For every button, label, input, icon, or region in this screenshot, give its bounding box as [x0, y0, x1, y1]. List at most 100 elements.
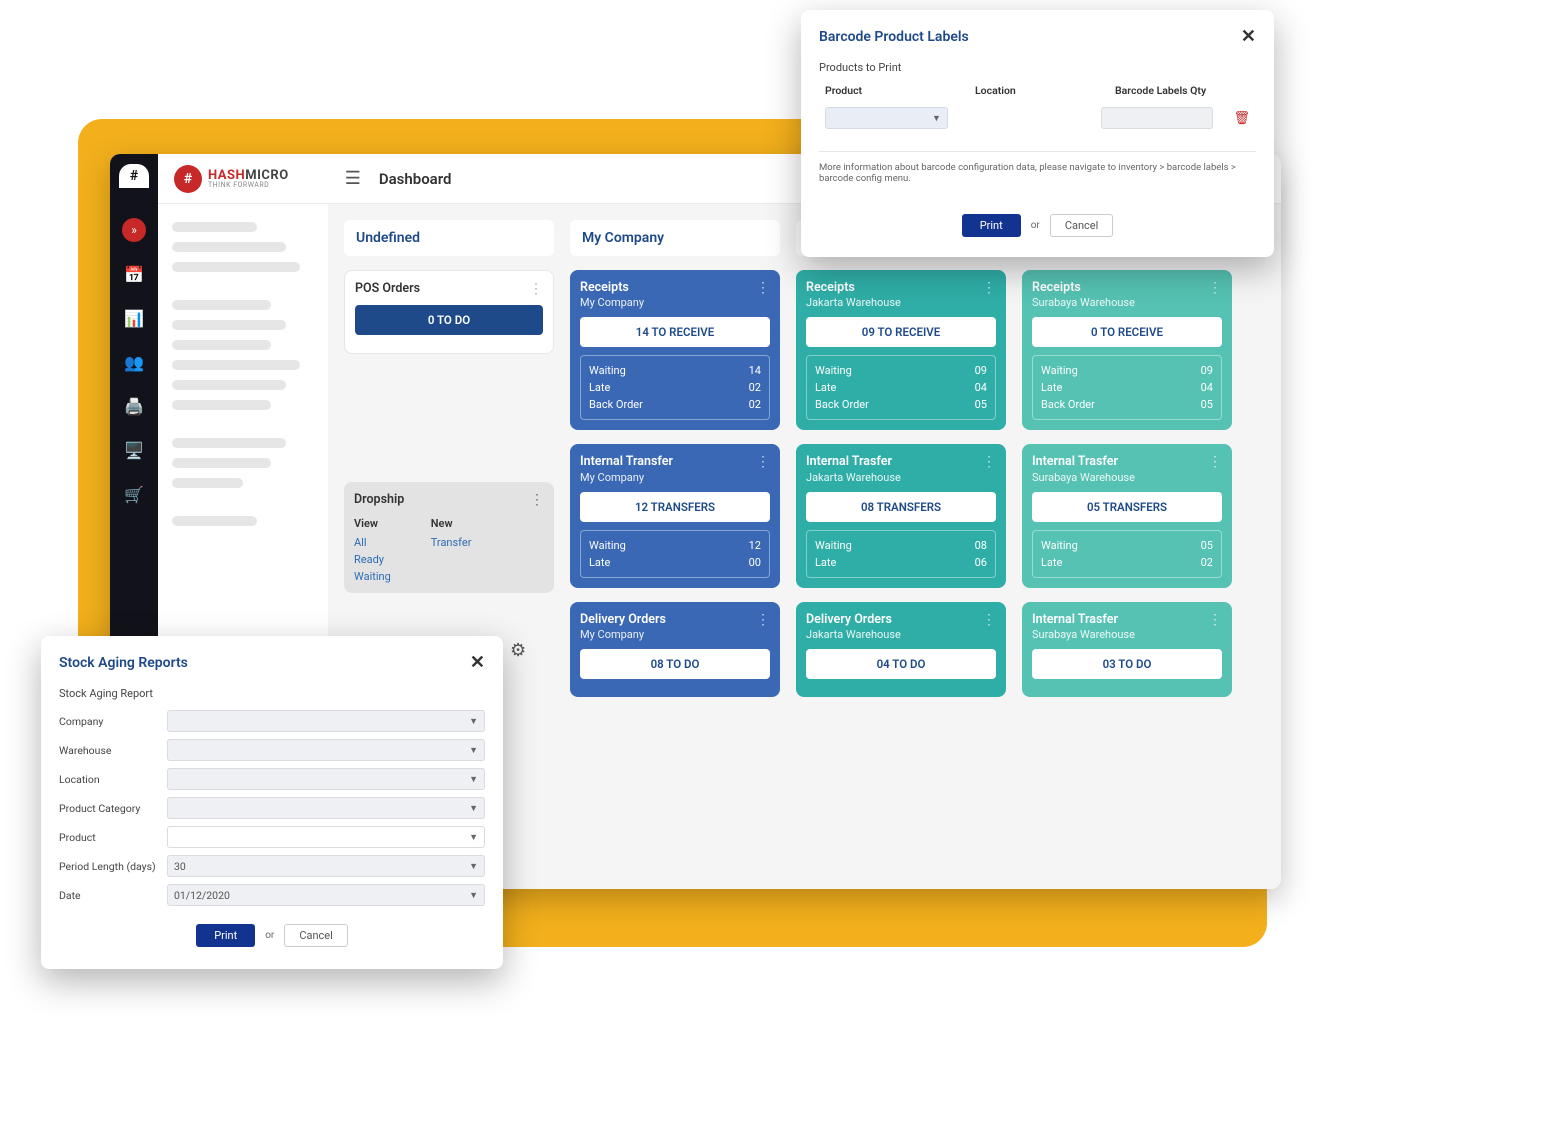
- card-subtitle: Surabaya Warehouse: [1032, 628, 1135, 641]
- card-pos-orders: POS Orders ⋮ 0 TO DO: [344, 270, 554, 354]
- card-dropship: Dropship⋮ View All Ready Waiting New Tra…: [344, 482, 554, 592]
- stats: Waiting14 Late02 Back Order02: [580, 355, 770, 420]
- card-subtitle: My Company: [580, 296, 644, 309]
- page-title: Dashboard: [379, 170, 452, 188]
- stats: Waiting12 Late00: [580, 530, 770, 578]
- transfers-button[interactable]: 08 TRANSFERS: [806, 492, 996, 522]
- link-transfer[interactable]: Transfer: [431, 536, 472, 549]
- select-product-category[interactable]: ▼: [167, 797, 485, 819]
- todo-button[interactable]: 04 TO DO: [806, 649, 996, 679]
- card-menu-icon[interactable]: ⋮: [1208, 612, 1222, 628]
- label-product: Product: [59, 831, 157, 844]
- card-menu-icon[interactable]: ⋮: [982, 280, 996, 296]
- trash-icon[interactable]: 🗑: [1233, 111, 1250, 126]
- card-menu-icon[interactable]: ⋮: [530, 492, 544, 508]
- label-period: Period Length (days): [59, 860, 157, 873]
- select-warehouse[interactable]: ▼: [167, 739, 485, 761]
- select-date[interactable]: 01/12/2020▼: [167, 884, 485, 906]
- users-icon[interactable]: 👥: [122, 350, 146, 374]
- column-header: Undefined: [344, 220, 554, 256]
- gear-icon[interactable]: ⚙: [510, 640, 526, 661]
- transfers-button[interactable]: 12 TRANSFERS: [580, 492, 770, 522]
- card-delivery-jk: Delivery OrdersJakarta Warehouse⋮ 04 TO …: [796, 602, 1006, 697]
- info-text: More information about barcode configura…: [819, 162, 1256, 184]
- todo-button[interactable]: 08 TO DO: [580, 649, 770, 679]
- qty-input[interactable]: [1101, 107, 1214, 129]
- printer-icon[interactable]: 🖨️: [122, 394, 146, 418]
- link-all[interactable]: All: [354, 536, 391, 549]
- link-ready[interactable]: Ready: [354, 553, 391, 566]
- card-menu-icon[interactable]: ⋮: [756, 280, 770, 296]
- receive-button[interactable]: 14 TO RECEIVE: [580, 317, 770, 347]
- monitor-icon[interactable]: 🖥️: [122, 438, 146, 462]
- print-button[interactable]: Print: [962, 214, 1021, 237]
- card-title: Internal Transfer: [580, 454, 673, 470]
- column-jakarta: Jakarta ReceiptsJakarta Warehouse⋮ 09 TO…: [796, 220, 1006, 873]
- select-location[interactable]: ▼: [167, 768, 485, 790]
- barcode-row: ▼ 🗑: [819, 103, 1256, 133]
- card-title: Receipts: [806, 280, 901, 296]
- card-title: Receipts: [1032, 280, 1135, 296]
- stock-aging-modal: Stock Aging Reports✕ Stock Aging Report …: [41, 636, 503, 969]
- card-title: Internal Trasfer: [1032, 612, 1135, 628]
- modal-title: Stock Aging Reports: [59, 655, 188, 671]
- stats: Waiting08 Late06: [806, 530, 996, 578]
- card-receipts-mc: ReceiptsMy Company⋮ 14 TO RECEIVE Waitin…: [570, 270, 780, 430]
- select-company[interactable]: ▼: [167, 710, 485, 732]
- card-internal-sb: Internal TrasferSurabaya Warehouse⋮ 05 T…: [1022, 444, 1232, 587]
- card-delivery-sb: Internal TrasferSurabaya Warehouse ⋮ 03 T…: [1022, 602, 1232, 697]
- product-select[interactable]: ▼: [825, 107, 948, 129]
- card-menu-icon[interactable]: ⋮: [1208, 280, 1222, 296]
- modal-subtitle: Stock Aging Report: [59, 687, 485, 700]
- card-menu-icon[interactable]: ⋮: [756, 612, 770, 628]
- print-button[interactable]: Print: [196, 924, 255, 947]
- transfers-button[interactable]: 05 TRANSFERS: [1032, 492, 1222, 522]
- brand: # HASHMICRO THINK FORWARD: [174, 165, 289, 193]
- label-company: Company: [59, 715, 157, 728]
- card-subtitle: Surabaya Warehouse: [1032, 296, 1135, 309]
- card-subtitle: My Company: [580, 628, 666, 641]
- card-title: POS Orders: [355, 281, 420, 297]
- th-qty: Barcode Labels Qty: [1115, 84, 1235, 97]
- divider: [819, 151, 1256, 152]
- close-icon[interactable]: ✕: [470, 652, 485, 673]
- close-icon[interactable]: ✕: [1241, 26, 1256, 47]
- label-warehouse: Warehouse: [59, 744, 157, 757]
- column-mycompany: My Company ReceiptsMy Company⋮ 14 TO REC…: [570, 220, 780, 873]
- cancel-button[interactable]: Cancel: [284, 924, 347, 947]
- label-location: Location: [59, 773, 157, 786]
- cloud-logo-icon: #: [119, 164, 149, 188]
- stats: Waiting09 Late04 Back Order05: [806, 355, 996, 420]
- card-menu-icon[interactable]: ⋮: [1208, 454, 1222, 470]
- column-header: My Company: [570, 220, 780, 256]
- card-menu-icon[interactable]: ⋮: [756, 454, 770, 470]
- or-text: or: [265, 930, 274, 941]
- card-menu-icon[interactable]: ⋮: [982, 612, 996, 628]
- receive-button[interactable]: 09 TO RECEIVE: [806, 317, 996, 347]
- card-receipts-jk: ReceiptsJakarta Warehouse ⋮ 09 TO RECEIVE…: [796, 270, 1006, 430]
- card-menu-icon[interactable]: ⋮: [529, 281, 543, 297]
- select-product[interactable]: ▼: [167, 826, 485, 848]
- todo-button[interactable]: 03 TO DO: [1032, 649, 1222, 679]
- cart-icon[interactable]: 🛒: [122, 482, 146, 506]
- brand-logo-icon: #: [174, 165, 202, 193]
- th-product: Product: [825, 84, 955, 97]
- th-location: Location: [975, 84, 1095, 97]
- link-waiting[interactable]: Waiting: [354, 570, 391, 583]
- or-text: or: [1031, 220, 1040, 231]
- modal-title: Barcode Product Labels: [819, 29, 969, 45]
- card-subtitle: Jakarta Warehouse: [806, 296, 901, 309]
- expand-icon[interactable]: »: [122, 218, 146, 242]
- card-title: Internal Trasfer: [806, 454, 901, 470]
- select-period[interactable]: 30▼: [167, 855, 485, 877]
- card-title: Internal Trasfer: [1032, 454, 1135, 470]
- todo-button[interactable]: 0 TO DO: [355, 305, 543, 335]
- cancel-button[interactable]: Cancel: [1050, 214, 1113, 237]
- menu-icon[interactable]: ☰: [345, 168, 361, 189]
- chart-icon[interactable]: 📊: [122, 306, 146, 330]
- receive-button[interactable]: 0 TO RECEIVE: [1032, 317, 1222, 347]
- card-menu-icon[interactable]: ⋮: [982, 454, 996, 470]
- calendar-icon[interactable]: 📅: [122, 262, 146, 286]
- card-title: Delivery Orders: [806, 612, 901, 628]
- card-internal-jk: Internal TrasferJakarta Warehouse⋮ 08 TR…: [796, 444, 1006, 587]
